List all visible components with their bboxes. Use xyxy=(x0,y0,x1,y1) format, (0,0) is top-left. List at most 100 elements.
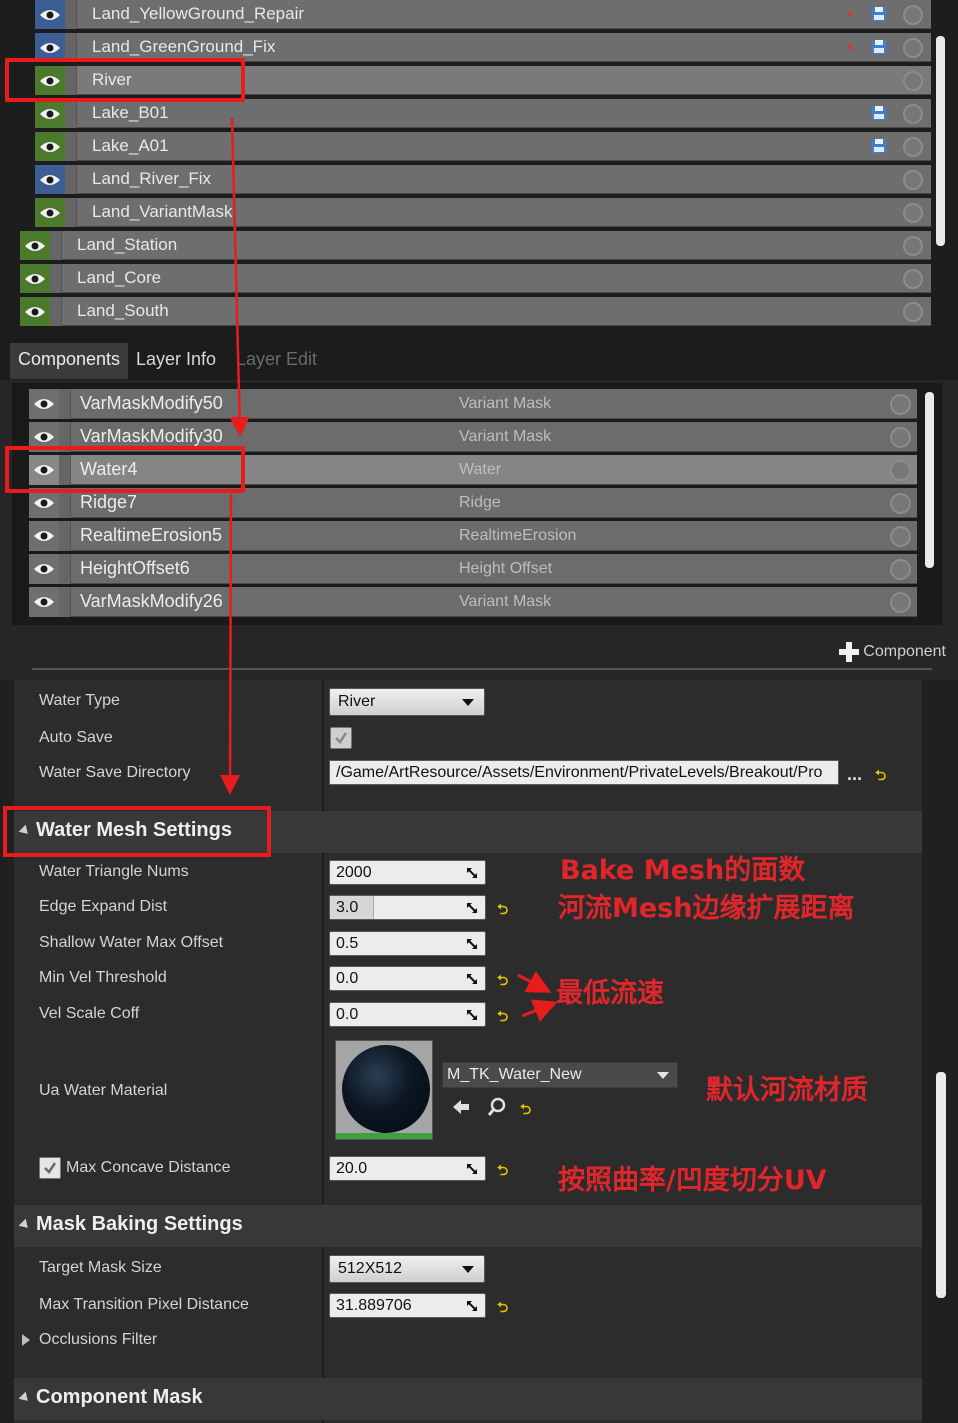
column-divider[interactable] xyxy=(322,680,324,1423)
save-dir-input[interactable]: /Game/ArtResource/Assets/Environment/Pri… xyxy=(329,760,839,785)
layer-name: Lake_B01 xyxy=(92,103,169,122)
auto-save-checkbox[interactable] xyxy=(330,727,352,749)
browse-button[interactable]: ... xyxy=(847,764,862,785)
add-component-label: Component xyxy=(863,643,946,660)
layer-status-circle[interactable] xyxy=(903,104,923,124)
reset-icon[interactable]: ⮌ xyxy=(875,765,886,789)
layer-row[interactable]: Land_Core xyxy=(20,264,931,293)
divider xyxy=(32,668,932,670)
component-row[interactable]: HeightOffset6 Height Offset xyxy=(29,554,917,584)
section-mask-baking-settings[interactable]: Mask Baking Settings xyxy=(14,1205,922,1247)
layer-row[interactable]: Land_Station xyxy=(20,231,931,260)
section-component-mask[interactable]: Component Mask xyxy=(14,1378,922,1420)
browse-magnifier-icon[interactable] xyxy=(486,1096,508,1118)
layer-status-circle[interactable] xyxy=(903,5,923,25)
layer-name: Land_South xyxy=(77,301,169,320)
component-status-circle[interactable] xyxy=(890,526,911,547)
visibility-toggle[interactable] xyxy=(20,297,50,326)
component-type: Variant Mask xyxy=(459,428,552,445)
visibility-toggle[interactable] xyxy=(20,264,50,293)
visibility-toggle[interactable] xyxy=(35,99,65,128)
reset-icon[interactable]: ⮌ xyxy=(497,1297,508,1321)
layer-status-circle[interactable] xyxy=(903,269,923,289)
layer-row[interactable]: Lake_A01 xyxy=(35,132,931,161)
chevron-down-icon xyxy=(657,1072,669,1079)
layer-status-circle[interactable] xyxy=(903,71,923,91)
material-picker-dropdown[interactable]: M_TK_Water_New xyxy=(442,1062,678,1088)
reset-icon[interactable]: ⮌ xyxy=(497,1006,508,1030)
tab-components[interactable]: Components xyxy=(10,343,129,379)
reset-icon[interactable]: ⮌ xyxy=(497,1160,508,1184)
target-mask-value: 512X512 xyxy=(338,1260,403,1277)
use-selected-arrow-icon[interactable] xyxy=(450,1096,472,1118)
layer-row[interactable]: Land_River_Fix xyxy=(35,165,931,194)
min-vel-field[interactable]: 0.0 xyxy=(329,966,486,991)
max-concave-checkbox[interactable] xyxy=(39,1157,61,1179)
component-list-scrollbar[interactable] xyxy=(925,392,934,568)
layer-list-scrollbar[interactable] xyxy=(936,36,945,246)
eye-icon xyxy=(34,564,54,574)
max-concave-label: Max Concave Distance xyxy=(66,1159,231,1176)
reset-icon[interactable]: ⮌ xyxy=(497,970,508,994)
material-thumbnail[interactable] xyxy=(335,1040,433,1140)
material-type-bar xyxy=(336,1133,432,1139)
triangle-nums-field[interactable]: 2000 xyxy=(329,860,486,885)
tab-layer-info[interactable]: Layer Info xyxy=(128,343,224,379)
save-disk-icon[interactable] xyxy=(871,138,887,154)
shallow-offset-field[interactable]: 0.5 xyxy=(329,931,486,956)
layer-row[interactable]: Land_YellowGround_Repair xyxy=(35,0,931,29)
reset-icon[interactable]: ⮌ xyxy=(497,899,508,923)
max-concave-field[interactable]: 20.0 xyxy=(329,1156,486,1181)
vel-scale-field[interactable]: 0.0 xyxy=(329,1002,486,1027)
drag-resize-icon xyxy=(467,939,477,949)
visibility-toggle[interactable] xyxy=(29,521,59,551)
target-mask-dropdown[interactable]: 512X512 xyxy=(329,1255,485,1283)
layer-status-circle[interactable] xyxy=(903,38,923,58)
component-row[interactable]: VarMaskModify26 Variant Mask xyxy=(29,587,917,617)
layer-status-circle[interactable] xyxy=(903,170,923,190)
visibility-toggle[interactable] xyxy=(29,587,59,617)
details-scrollbar[interactable] xyxy=(936,1072,946,1298)
transition-distance-field[interactable]: 31.889706 xyxy=(329,1293,486,1318)
visibility-toggle[interactable] xyxy=(35,132,65,161)
chevron-down-icon xyxy=(462,699,474,706)
annotation-bake-mesh: Bake Mesh的面数 xyxy=(560,855,806,886)
component-status-circle[interactable] xyxy=(890,592,911,613)
row-separator xyxy=(59,554,71,584)
max-concave-value: 20.0 xyxy=(336,1160,368,1177)
drag-resize-icon xyxy=(467,1301,477,1311)
expand-triangle-icon[interactable] xyxy=(22,1334,30,1346)
save-disk-icon[interactable] xyxy=(871,105,887,121)
layer-status-circle[interactable] xyxy=(903,137,923,157)
component-row[interactable]: VarMaskModify50 Variant Mask xyxy=(29,389,917,419)
material-preview-sphere xyxy=(342,1045,430,1133)
visibility-toggle[interactable] xyxy=(29,554,59,584)
chevron-down-icon xyxy=(462,1266,474,1273)
add-component-button[interactable]: Component xyxy=(839,642,946,662)
layer-status-circle[interactable] xyxy=(903,203,923,223)
component-row[interactable]: RealtimeErosion5 RealtimeErosion xyxy=(29,521,917,551)
visibility-toggle[interactable] xyxy=(20,231,50,260)
transition-distance-label: Max Transition Pixel Distance xyxy=(39,1296,249,1313)
save-disk-icon[interactable] xyxy=(871,39,887,55)
layer-row[interactable]: Land_South xyxy=(20,297,931,326)
water-type-dropdown[interactable]: River xyxy=(329,688,485,716)
visibility-toggle[interactable] xyxy=(35,198,65,227)
layer-name: Land_YellowGround_Repair xyxy=(92,4,305,23)
edge-expand-field[interactable]: 3.0 xyxy=(329,895,486,920)
layer-status-circle[interactable] xyxy=(903,302,923,322)
component-status-circle[interactable] xyxy=(890,460,911,481)
component-status-circle[interactable] xyxy=(890,493,911,514)
layer-row[interactable]: Lake_B01 xyxy=(35,99,931,128)
visibility-toggle[interactable] xyxy=(29,389,59,419)
visibility-toggle[interactable] xyxy=(35,165,65,194)
occlusions-filter-label[interactable]: Occlusions Filter xyxy=(39,1331,157,1349)
save-disk-icon[interactable] xyxy=(871,6,887,22)
reset-icon[interactable]: ⮌ xyxy=(520,1099,531,1123)
layer-status-circle[interactable] xyxy=(903,236,923,256)
component-status-circle[interactable] xyxy=(890,559,911,580)
component-status-circle[interactable] xyxy=(890,427,911,448)
visibility-toggle[interactable] xyxy=(35,0,65,29)
layer-row[interactable]: Land_VariantMask xyxy=(35,198,931,227)
component-status-circle[interactable] xyxy=(890,394,911,415)
